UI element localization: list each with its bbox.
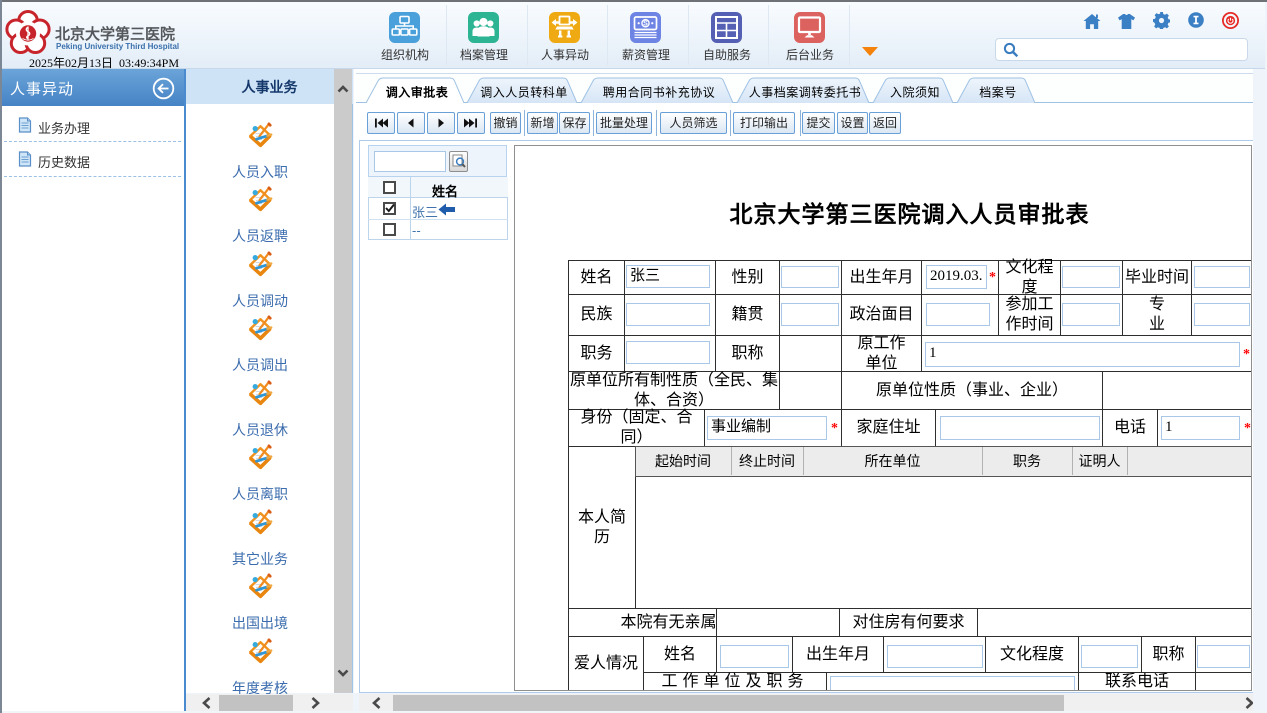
svg-text:入院须知: 入院须知 <box>890 86 940 100</box>
svg-text:人事档案调转委托书: 人事档案调转委托书 <box>749 85 862 100</box>
svg-text:聘用合同书补充协议: 聘用合同书补充协议 <box>603 85 716 100</box>
svg-text:调入人员转科单: 调入人员转科单 <box>480 85 568 100</box>
svg-text:档案号: 档案号 <box>979 85 1017 100</box>
svg-text:S: S <box>643 21 648 28</box>
svg-text:调入审批表: 调入审批表 <box>386 85 449 100</box>
